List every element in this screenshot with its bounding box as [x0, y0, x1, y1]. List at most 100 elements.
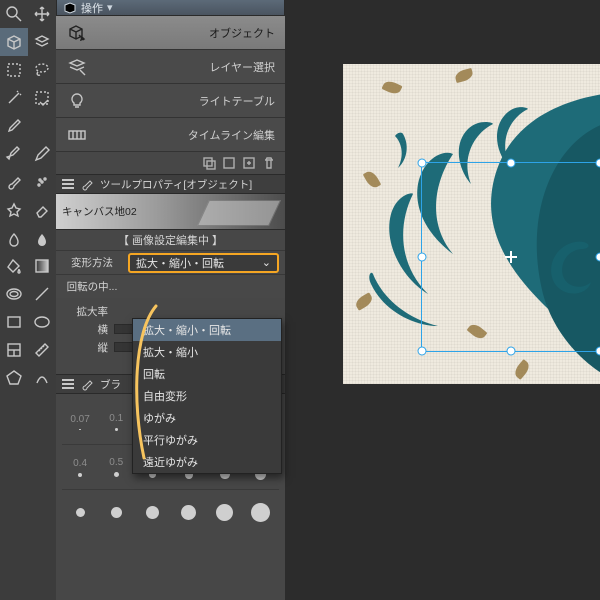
handle-tc[interactable]: [507, 159, 516, 168]
chevron-down-icon[interactable]: ▾: [107, 1, 113, 14]
cube-cursor-icon: [66, 22, 88, 44]
transform-method-menu: 拡大・縮小・回転拡大・縮小回転自由変形ゆがみ平行ゆがみ遠近ゆがみ: [132, 318, 282, 474]
chevron-down-icon: ⌄: [262, 256, 271, 269]
brush-size-cell[interactable]: [207, 504, 243, 521]
menu-item[interactable]: 拡大・縮小: [133, 341, 281, 363]
menu-item[interactable]: 平行ゆがみ: [133, 429, 281, 451]
tool-pencil-icon[interactable]: [28, 140, 56, 168]
canvas[interactable]: [343, 64, 600, 384]
menu-item[interactable]: 自由変形: [133, 385, 281, 407]
handle-br[interactable]: [596, 347, 600, 356]
handle-ml[interactable]: [418, 253, 427, 262]
tool-correct-icon[interactable]: [28, 364, 56, 392]
tool-poly-icon[interactable]: [0, 364, 28, 392]
tool-layerpick-icon[interactable]: [28, 28, 56, 56]
subtool-panel: 操作 ▾ オブジェクト レイヤー選択 ライトテーブル タイムライン編集 ツールプ…: [56, 0, 285, 600]
handle-mr[interactable]: [596, 253, 600, 262]
tool-pen-icon[interactable]: [0, 140, 28, 168]
tool-lasso-icon[interactable]: [28, 56, 56, 84]
menu-item[interactable]: ゆがみ: [133, 407, 281, 429]
tool-eyedrop-icon[interactable]: [0, 112, 28, 140]
handle-bl[interactable]: [418, 347, 427, 356]
brush-size-cell[interactable]: 0.07: [62, 414, 98, 431]
timeline-icon: [66, 124, 88, 146]
new2-icon[interactable]: [241, 155, 257, 171]
subtool-tab-bar: 操作 ▾: [56, 0, 285, 16]
tool-quickselect-icon[interactable]: [28, 84, 56, 112]
menu-icon[interactable]: [62, 379, 74, 389]
brush-size-cell[interactable]: 0.5: [98, 457, 134, 477]
brush-size-cell[interactable]: [98, 507, 134, 518]
canvas-area: [285, 0, 600, 600]
menu-item[interactable]: 回転: [133, 363, 281, 385]
scale-w-label: 横: [62, 322, 108, 337]
transform-method-row: 変形方法 拡大・縮小・回転 ⌄: [56, 250, 285, 274]
editing-banner: 【 画像設定編集中 】: [56, 230, 285, 250]
material-name: キャンバス地02: [62, 204, 137, 219]
tool-move-icon[interactable]: [28, 0, 56, 28]
duplicate-icon[interactable]: [201, 155, 217, 171]
trash-icon[interactable]: [261, 155, 277, 171]
bulb-icon: [66, 90, 88, 112]
tool-contour-icon[interactable]: [0, 280, 28, 308]
handle-bc[interactable]: [507, 347, 516, 356]
transform-method-dropdown[interactable]: 拡大・縮小・回転 ⌄: [128, 253, 279, 273]
subtool-action-row: [56, 152, 285, 174]
transform-bbox[interactable]: [421, 162, 600, 352]
subtool-label: ライトテーブル: [199, 93, 275, 109]
tool-magnify-icon[interactable]: [0, 0, 28, 28]
brush-icon: [80, 377, 94, 391]
menu-item[interactable]: 遠近ゆがみ: [133, 451, 281, 473]
tool-deco-icon[interactable]: [0, 196, 28, 224]
subtool-label: レイヤー選択: [209, 59, 275, 75]
tool-eraser-icon[interactable]: [28, 196, 56, 224]
empty-slot: [28, 112, 56, 140]
tool-brush-icon[interactable]: [0, 168, 28, 196]
brush-size-cell[interactable]: [171, 505, 207, 520]
brush-size-cell[interactable]: 0.4: [62, 458, 98, 477]
brush-size-cell[interactable]: [243, 503, 279, 522]
tool-fill-icon[interactable]: [0, 252, 28, 280]
tool-liquify-icon[interactable]: [28, 224, 56, 252]
subtool-list: オブジェクト レイヤー選択 ライトテーブル タイムライン編集: [56, 16, 285, 152]
material-strip[interactable]: キャンバス地02: [56, 194, 285, 230]
subtool-label: タイムライン編集: [188, 127, 275, 143]
tool-ruler-icon[interactable]: [28, 336, 56, 364]
handle-tr[interactable]: [596, 159, 600, 168]
brush-size-cell[interactable]: 0.1: [98, 413, 134, 431]
subtool-tab-label: 操作: [81, 0, 103, 16]
brush-icon: [80, 177, 94, 191]
subtool-object[interactable]: オブジェクト: [56, 16, 285, 50]
transform-method-label: 変形方法: [62, 255, 122, 270]
tool-object-icon[interactable]: [0, 28, 28, 56]
tool-frame-icon[interactable]: [0, 336, 28, 364]
handle-tl[interactable]: [418, 159, 427, 168]
tool-airbrush-icon[interactable]: [28, 168, 56, 196]
subtool-timeline[interactable]: タイムライン編集: [56, 118, 285, 152]
editing-label: 【 画像設定編集中 】: [118, 232, 223, 248]
cube-icon: [63, 1, 77, 15]
tool-gradient-icon[interactable]: [28, 252, 56, 280]
tool-marquee-icon[interactable]: [0, 56, 28, 84]
tool-rail: [0, 0, 56, 600]
tool-line-icon[interactable]: [28, 280, 56, 308]
brush-size-title: ブラ: [100, 377, 121, 392]
tool-property-header: ツールプロパティ[オブジェクト]: [56, 174, 285, 194]
tool-rect-icon[interactable]: [0, 308, 28, 336]
tool-blend-icon[interactable]: [0, 224, 28, 252]
new-icon[interactable]: [221, 155, 237, 171]
brush-size-cell[interactable]: [134, 506, 170, 519]
layers-cursor-icon: [66, 56, 88, 78]
tool-property-title: ツールプロパティ[オブジェクト]: [100, 177, 252, 192]
subtool-light-table[interactable]: ライトテーブル: [56, 84, 285, 118]
pivot-cross-icon[interactable]: [505, 251, 517, 263]
menu-icon[interactable]: [62, 179, 74, 189]
rotation-center-row: 回転の中...: [56, 274, 285, 298]
rotation-center-label: 回転の中...: [62, 279, 122, 294]
tool-ellipse-icon[interactable]: [28, 308, 56, 336]
tool-wand-icon[interactable]: [0, 84, 28, 112]
scale-h-label: 縦: [62, 340, 108, 355]
subtool-layer-select[interactable]: レイヤー選択: [56, 50, 285, 84]
menu-item[interactable]: 拡大・縮小・回転: [133, 319, 281, 341]
brush-size-cell[interactable]: [62, 508, 98, 517]
